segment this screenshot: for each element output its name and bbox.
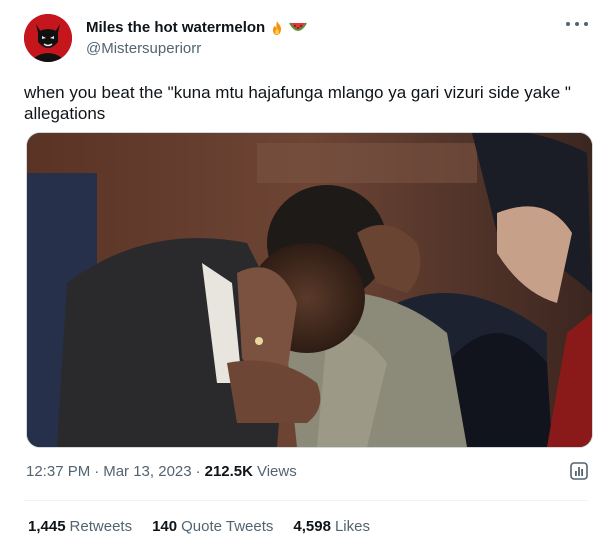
views-label: Views	[256, 463, 297, 480]
retweets-count: 1,445	[28, 518, 66, 535]
courtroom-photo	[27, 133, 592, 447]
tweet-time[interactable]: 12:37 PM	[26, 463, 90, 480]
tweet-photo[interactable]	[26, 132, 593, 448]
retweets-label: Retweets	[69, 518, 133, 535]
avatar-devil-icon	[24, 14, 72, 62]
display-name[interactable]: Miles the hot watermelon	[86, 19, 265, 36]
quote-tweets-label: Quote Tweets	[181, 518, 274, 535]
divider	[24, 500, 588, 501]
likes-count: 4,598	[293, 518, 331, 535]
user-handle[interactable]: @Mistersuperiorr	[86, 40, 201, 57]
likes-label: Likes	[334, 518, 370, 535]
likes-stat[interactable]: 4,598 Likes	[293, 518, 370, 535]
tweet-meta: 12:37 PM · Mar 13, 2023 · 212.5K Views	[26, 463, 297, 480]
engagement-stats: 1,445 Retweets 140 Quote Tweets 4,598 Li…	[28, 518, 370, 535]
analytics-icon[interactable]	[568, 460, 590, 482]
meta-separator: ·	[94, 463, 100, 480]
display-name-row[interactable]: Miles the hot watermelon	[86, 19, 308, 36]
views-count: 212.5K	[204, 463, 253, 480]
quote-tweets-count: 140	[152, 518, 178, 535]
tweet-date[interactable]: Mar 13, 2023	[103, 463, 191, 480]
watermelon-icon	[289, 20, 308, 36]
tweet-card: Miles the hot watermelon @Mistersuperior…	[0, 0, 610, 551]
retweets-stat[interactable]: 1,445 Retweets	[28, 518, 132, 535]
quote-tweets-stat[interactable]: 140 Quote Tweets	[152, 518, 273, 535]
meta-separator: ·	[195, 463, 201, 480]
more-options-icon[interactable]	[566, 18, 588, 30]
fire-icon	[269, 20, 285, 36]
tweet-text: when you beat the "kuna mtu hajafunga ml…	[24, 83, 576, 123]
avatar[interactable]	[24, 14, 72, 62]
